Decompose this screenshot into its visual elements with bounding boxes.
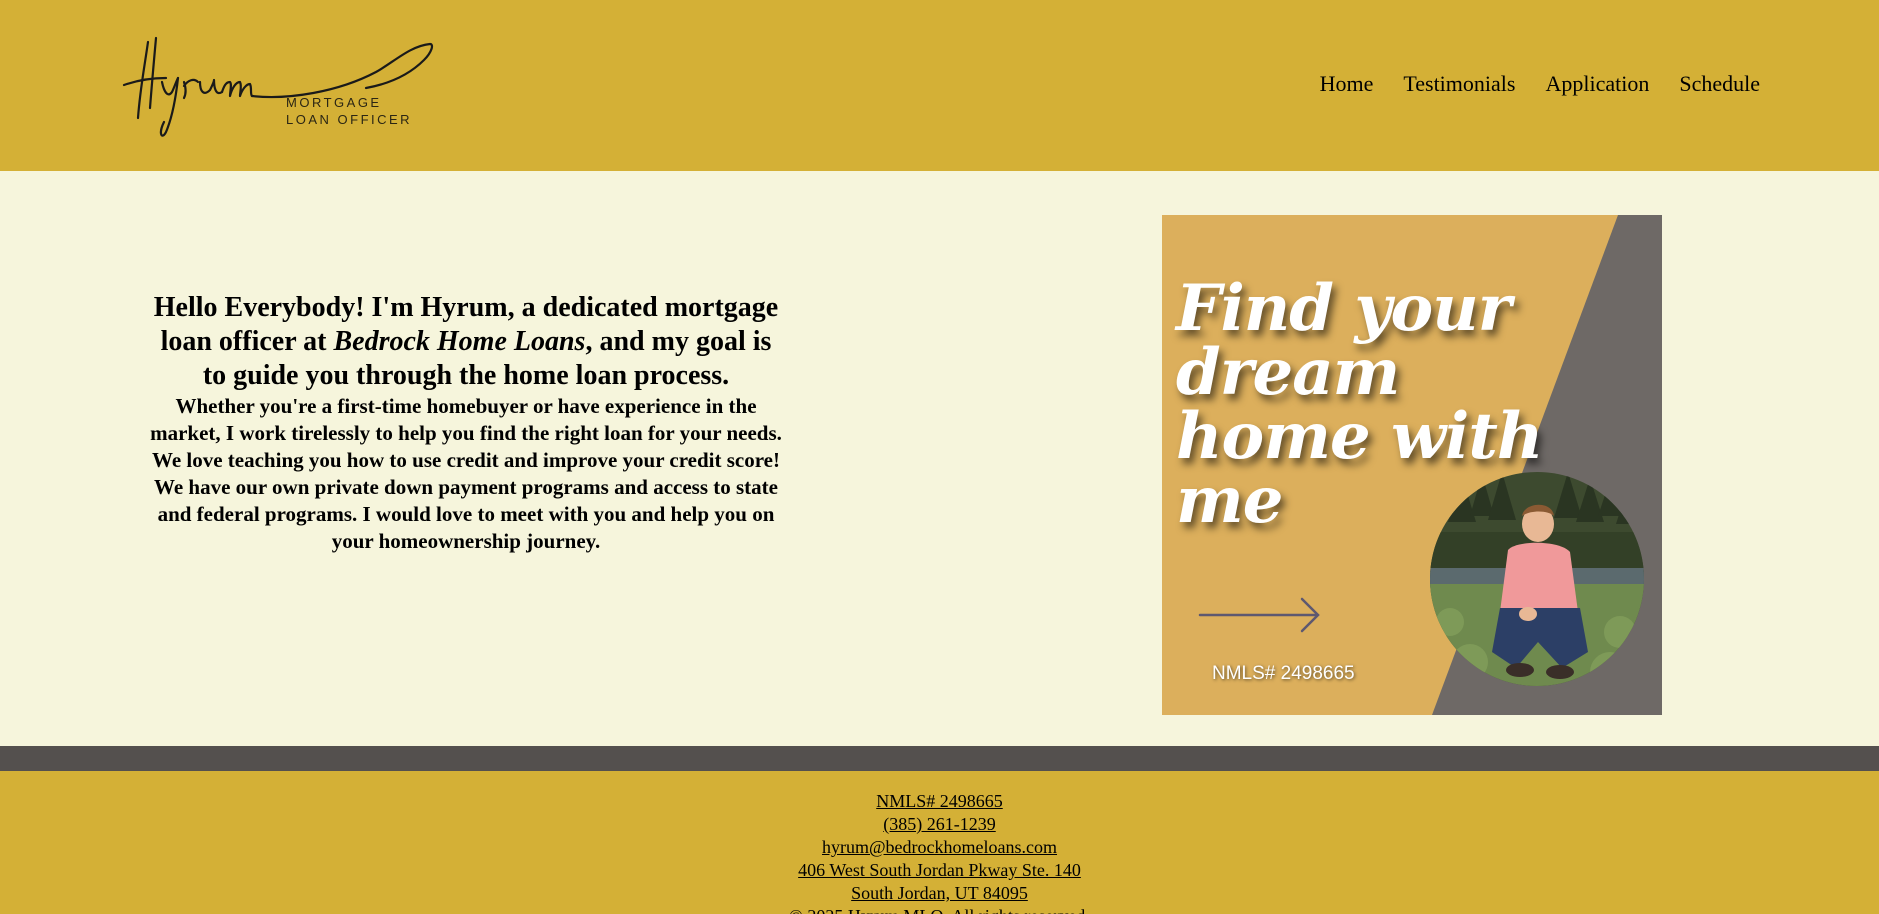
divider-band — [0, 746, 1879, 771]
company-name: Bedrock Home Loans — [333, 326, 586, 357]
footer-email-link[interactable]: hyrum@bedrockhomeloans.com — [0, 836, 1879, 859]
promo-nmls: NMLS# 2498665 — [1212, 663, 1355, 684]
main-nav: Home Testimonials Application Schedule — [1290, 70, 1760, 98]
nav-application[interactable]: Application — [1545, 70, 1649, 98]
footer-nmls-link[interactable]: NMLS# 2498665 — [0, 790, 1879, 813]
footer-contact: NMLS# 2498665 (385) 261-1239 hyrum@bedro… — [0, 771, 1879, 914]
nav-testimonials[interactable]: Testimonials — [1403, 70, 1515, 98]
logo-subtitle-line1: MORTGAGE — [286, 95, 382, 110]
nav-schedule[interactable]: Schedule — [1679, 70, 1760, 98]
site-header: MORTGAGE LOAN OFFICER Home Testimonials … — [0, 0, 1879, 171]
footer-phone-link[interactable]: (385) 261-1239 — [0, 813, 1879, 836]
intro-paragraph-1: Whether you're a first-time homebuyer or… — [150, 394, 782, 445]
logo-subtitle: MORTGAGE LOAN OFFICER — [286, 94, 412, 128]
intro-paragraph-2: We love teaching you how to use credit a… — [151, 448, 780, 553]
hyrum-photo — [1430, 472, 1644, 686]
logo[interactable]: MORTGAGE LOAN OFFICER — [118, 30, 438, 140]
footer-copyright: © 2025 Hyrum MLO. All rights reserved. — [0, 905, 1879, 914]
footer-address-line2[interactable]: South Jordan, UT 84095 — [0, 882, 1879, 905]
portrait-image — [1430, 472, 1644, 686]
main-section: Hello Everybody! I'm Hyrum, a dedicated … — [0, 171, 1879, 746]
nav-home[interactable]: Home — [1320, 70, 1374, 98]
site-footer: NMLS# 2498665 (385) 261-1239 hyrum@bedro… — [0, 771, 1879, 914]
intro-headline: Hello Everybody! I'm Hyrum, a dedicated … — [150, 291, 782, 393]
logo-subtitle-line2: LOAN OFFICER — [286, 112, 413, 127]
footer-address-line1[interactable]: 406 West South Jordan Pkway Ste. 140 — [0, 859, 1879, 882]
promo-image: Find your dream home with me NMLS# 24986… — [1162, 215, 1662, 715]
intro-text: Hello Everybody! I'm Hyrum, a dedicated … — [150, 291, 782, 555]
arrow-right-icon — [1198, 597, 1320, 633]
